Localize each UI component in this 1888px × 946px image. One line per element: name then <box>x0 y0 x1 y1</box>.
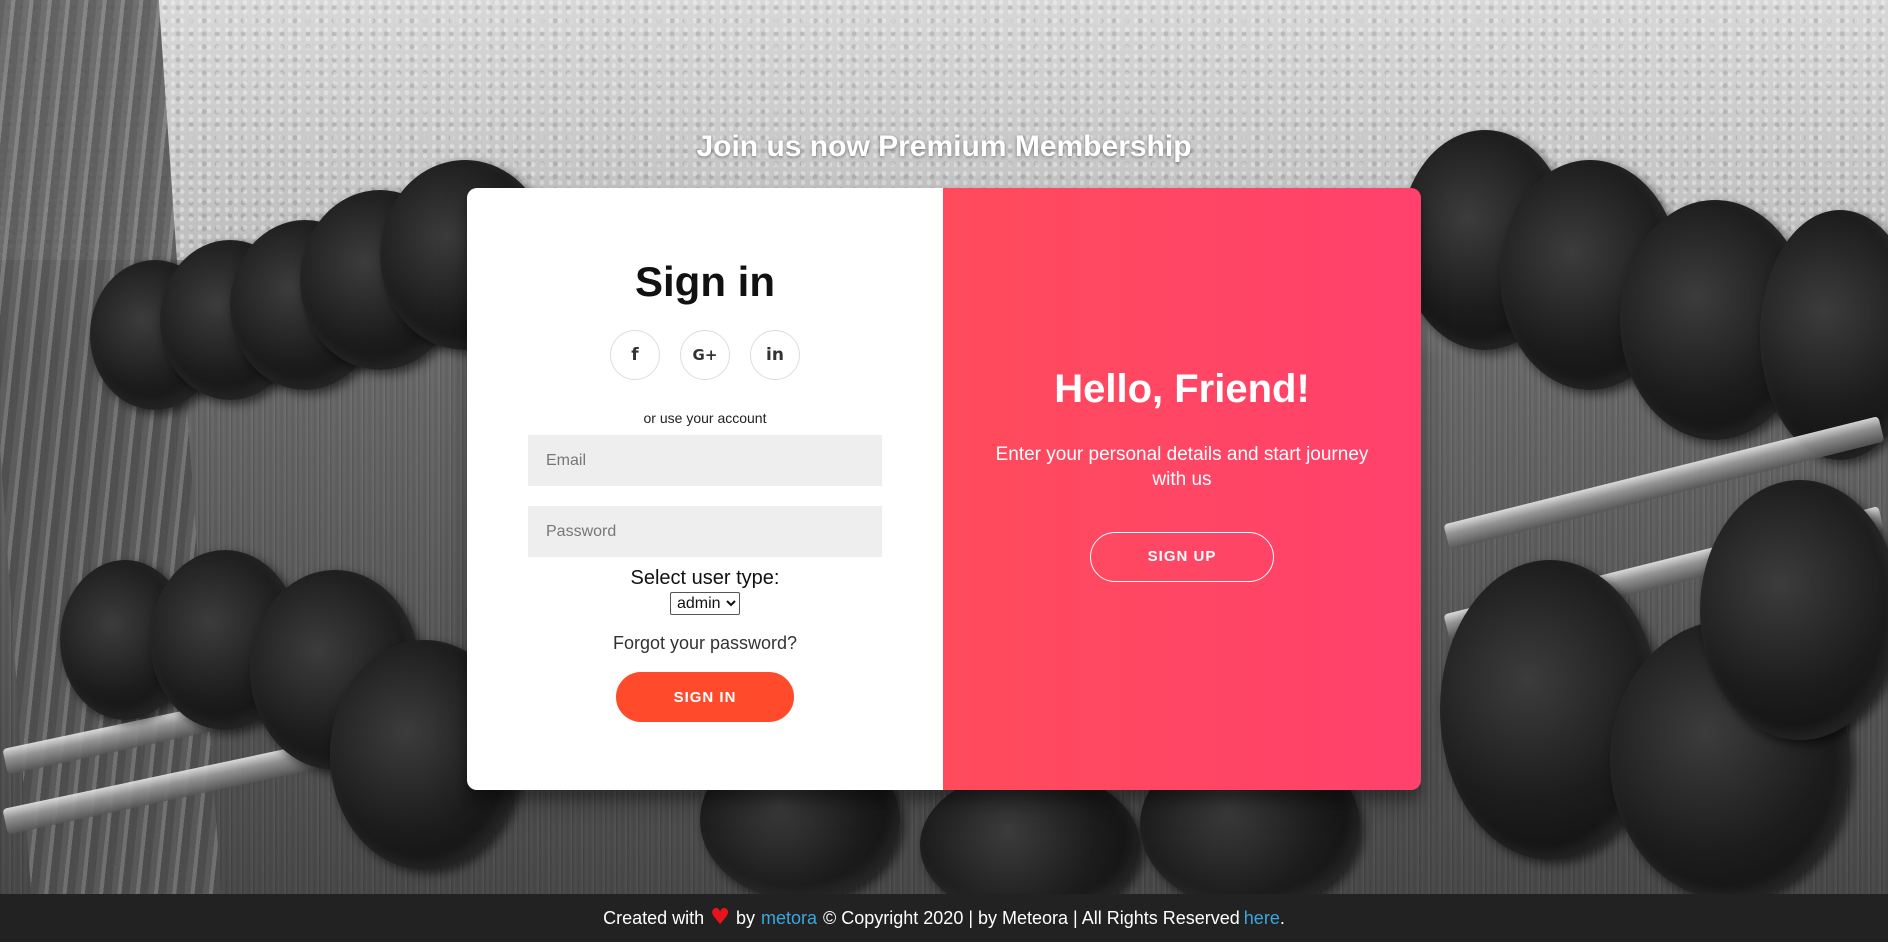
signin-form: Sign in f G+ in or use your account Sele… <box>467 188 943 790</box>
email-input[interactable] <box>528 435 882 486</box>
footer-copyright: © Copyright 2020 | by Meteora | All Righ… <box>822 907 1240 928</box>
footer-prefix: Created with <box>603 907 705 928</box>
page-footer: Created with ♥ by metora © Copyright 202… <box>0 894 1888 942</box>
facebook-icon[interactable]: f <box>610 330 660 380</box>
password-input[interactable] <box>528 506 882 557</box>
signup-overlay-panel: Hello, Friend! Enter your personal detai… <box>943 188 1421 790</box>
linkedin-icon[interactable]: in <box>750 330 800 380</box>
page-headline: Join us now Premium Membership <box>696 130 1192 163</box>
overlay-title: Hello, Friend! <box>1054 366 1310 411</box>
footer-link-here[interactable]: here <box>1244 908 1280 928</box>
signin-button[interactable]: Sign In <box>616 672 794 722</box>
overlay-text: Enter your personal details and start jo… <box>995 443 1369 490</box>
signin-title: Sign in <box>635 258 775 305</box>
forgot-password-link[interactable]: Forgot your password? <box>613 633 797 654</box>
footer-link-metora[interactable]: metora <box>761 908 817 929</box>
usertype-label: Select user type: <box>630 567 780 589</box>
usertype-select[interactable]: admin <box>670 592 740 615</box>
footer-by: by <box>735 907 755 928</box>
signup-button[interactable]: Sign Up <box>1090 531 1274 582</box>
or-use-account-text: or use your account <box>643 410 767 426</box>
google-plus-icon[interactable]: G+ <box>680 330 730 380</box>
heart-icon: ♥ <box>710 905 730 930</box>
footer-suffix: . <box>1279 907 1285 928</box>
social-login-row: f G+ in <box>610 330 800 380</box>
auth-card: Sign in f G+ in or use your account Sele… <box>467 188 1421 790</box>
